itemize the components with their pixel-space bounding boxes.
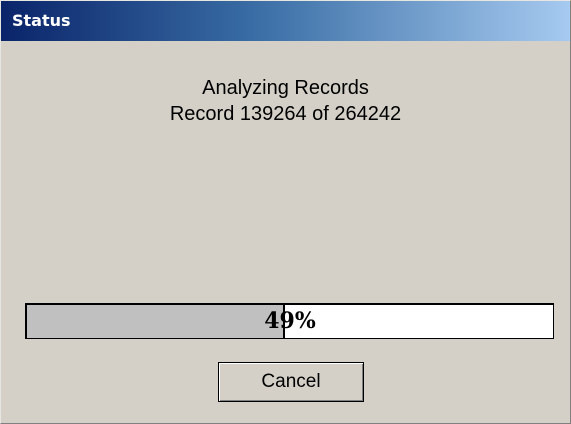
status-dialog: Status Analyzing Records Record 139264 o… [0, 0, 571, 424]
cancel-button[interactable]: Cancel [218, 362, 364, 402]
title-bar[interactable]: Status [1, 1, 570, 41]
progress-bar: 49% [25, 303, 554, 339]
window-title: Status [12, 11, 71, 30]
status-message: Analyzing Records [202, 77, 369, 99]
progress-percent-label: 49% [264, 308, 316, 334]
record-counter: Record 139264 of 264242 [169, 103, 402, 125]
